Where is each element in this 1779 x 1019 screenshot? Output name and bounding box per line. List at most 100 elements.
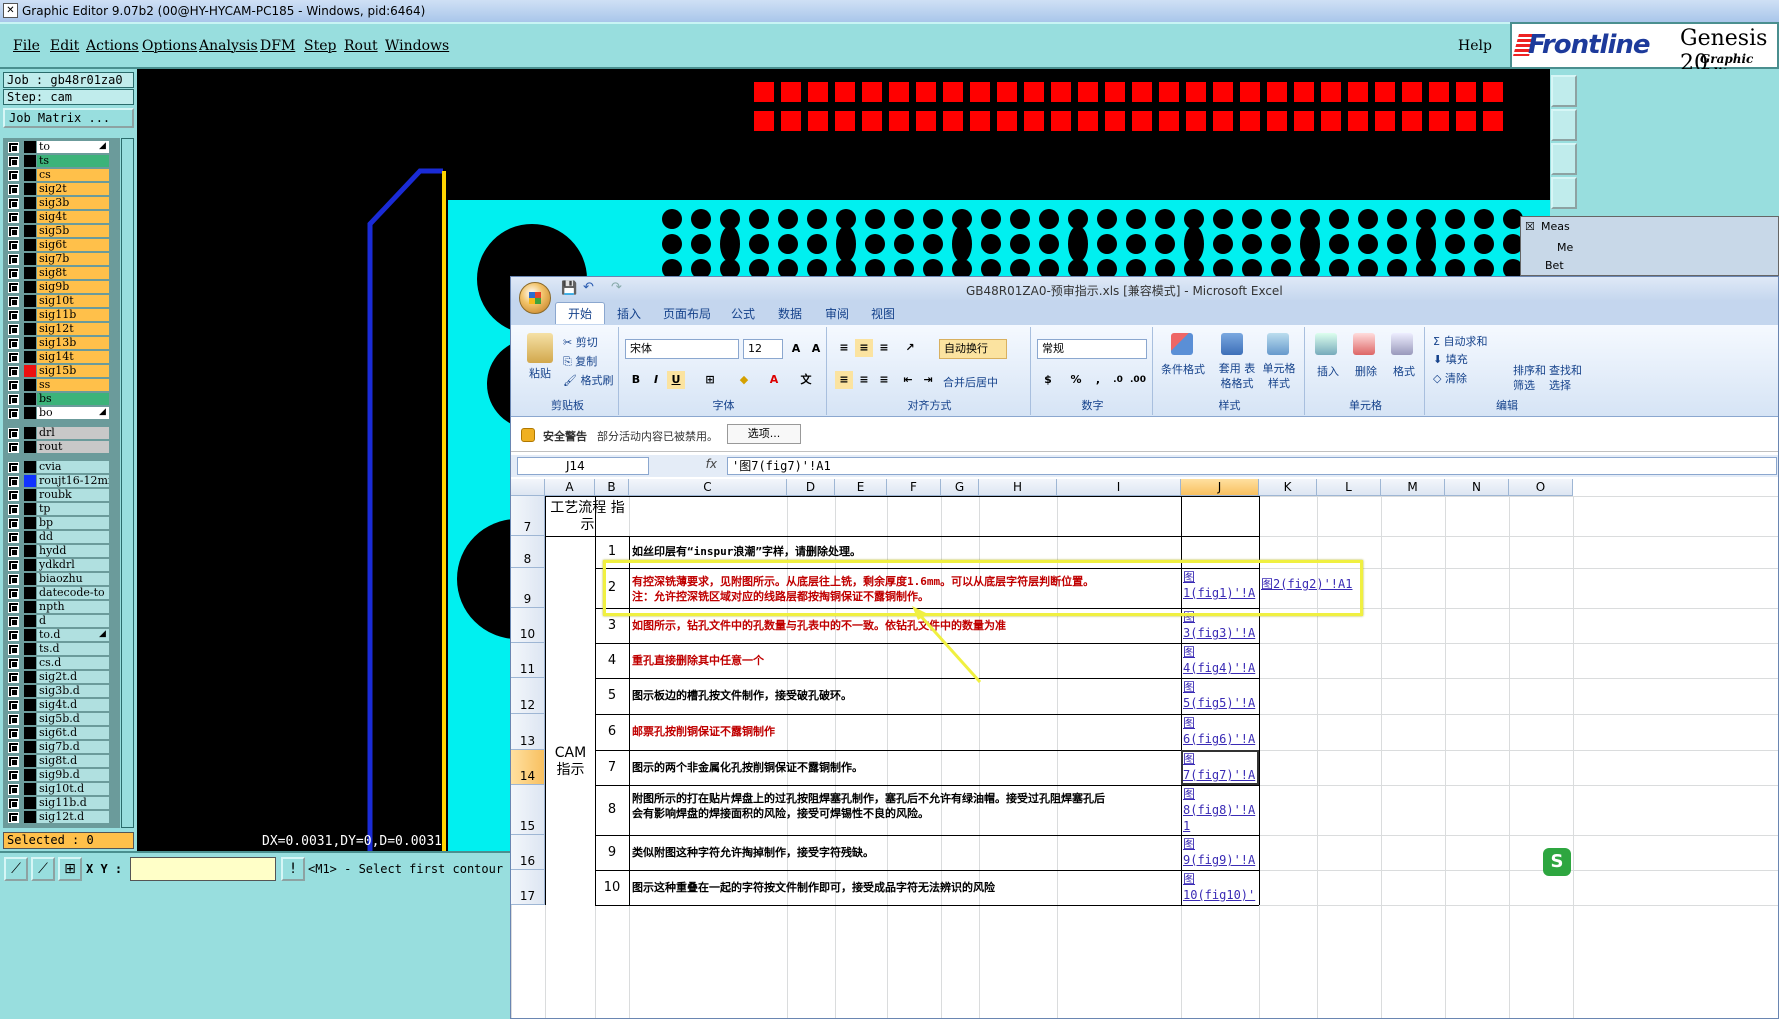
layer-name[interactable]: rout (37, 441, 109, 453)
layer-row[interactable]: ss (3, 378, 120, 392)
column-header[interactable]: M (1381, 479, 1445, 496)
increase-indent-icon[interactable]: ⇥ (919, 371, 937, 389)
layer-row[interactable]: hydd (3, 544, 120, 558)
column-header[interactable]: K (1259, 479, 1317, 496)
step-number[interactable]: 7 (595, 760, 629, 775)
layer-name[interactable]: sig11b (37, 309, 109, 321)
close-icon[interactable]: ☒ (1525, 220, 1535, 233)
instruction-text[interactable]: 类似附图这种字符允许掏掉制作，接受字符残缺。 (632, 845, 874, 860)
column-header[interactable]: A (545, 479, 595, 496)
instruction-text[interactable]: 如图所示，钻孔文件中的孔数量与孔表中的不一致。依钻孔文件中的数量为准 (632, 618, 1006, 633)
format-cells-button[interactable]: 格式 (1393, 363, 1415, 379)
delete-cells-icon[interactable] (1353, 333, 1375, 355)
layer-checkbox[interactable] (8, 686, 19, 697)
layer-checkbox[interactable] (8, 476, 19, 487)
layer-color-swatch[interactable] (24, 629, 36, 641)
figure-hyperlink[interactable]: 图 5(fig5)'!A (1183, 679, 1255, 711)
layer-name[interactable]: sig9b.d (37, 769, 109, 781)
figure-hyperlink[interactable]: 图 8(fig8)'!A 1 (1183, 786, 1255, 834)
tab-review[interactable]: 审阅 (825, 305, 849, 322)
quick-access-save-icon[interactable]: 💾 (561, 281, 577, 296)
layer-row[interactable]: sig2t (3, 182, 120, 196)
step-number[interactable]: 4 (595, 653, 629, 668)
menu-step[interactable]: Step (304, 38, 336, 54)
layer-checkbox[interactable] (8, 770, 19, 781)
decrease-decimal-icon[interactable]: .00 (1129, 371, 1147, 389)
layer-checkbox[interactable] (8, 812, 19, 823)
layer-row[interactable]: tp (3, 502, 120, 516)
layer-row[interactable]: to ◢ (3, 140, 120, 154)
layer-checkbox[interactable] (8, 602, 19, 613)
layer-row[interactable]: roujt16-12mil (3, 474, 120, 488)
step-number[interactable]: 6 (595, 724, 629, 739)
layer-row[interactable]: drl (3, 426, 120, 440)
column-header[interactable]: O (1509, 479, 1573, 496)
layer-checkbox[interactable] (8, 212, 19, 223)
layer-row[interactable]: sig5b (3, 224, 120, 238)
layer-row[interactable]: sig7b.d (3, 740, 120, 754)
layer-row[interactable]: sig11b.d (3, 796, 120, 810)
draw-line-icon[interactable]: ⟋ (4, 857, 28, 881)
column-header[interactable]: H (979, 479, 1057, 496)
layer-checkbox[interactable] (8, 504, 19, 515)
row-header[interactable]: 16 (511, 835, 545, 870)
step-number[interactable]: 10 (595, 880, 629, 895)
layer-color-swatch[interactable] (24, 615, 36, 627)
layer-checkbox[interactable] (8, 338, 19, 349)
layer-color-swatch[interactable] (24, 699, 36, 711)
redo-icon[interactable]: ↷ (611, 280, 622, 295)
orientation-icon[interactable]: ↗ (901, 339, 919, 357)
layer-checkbox[interactable] (8, 268, 19, 279)
layer-row[interactable]: sig12t (3, 322, 120, 336)
layer-name[interactable]: sig10t.d (37, 783, 109, 795)
layer-color-swatch[interactable] (24, 671, 36, 683)
layer-checkbox[interactable] (8, 658, 19, 669)
step-number[interactable]: 9 (595, 845, 629, 860)
step-number[interactable]: 5 (595, 688, 629, 703)
section-label[interactable]: CAM 指示 (546, 537, 595, 906)
menu-actions[interactable]: Actions (86, 38, 139, 54)
layer-name[interactable]: npth (37, 601, 109, 613)
layer-color-swatch[interactable] (24, 393, 36, 405)
column-header[interactable]: G (941, 479, 979, 496)
tab-page-layout[interactable]: 页面布局 (663, 305, 711, 322)
bold-icon[interactable]: B (627, 371, 645, 389)
layer-name[interactable]: sig6t.d (37, 727, 109, 739)
layer-checkbox[interactable] (8, 226, 19, 237)
layer-checkbox[interactable] (8, 700, 19, 711)
layer-name[interactable]: sig11b.d (37, 797, 109, 809)
merge-center-button[interactable]: 合并后居中 (943, 374, 998, 390)
tab-home[interactable]: 开始 (555, 302, 606, 324)
layer-row[interactable]: ts.d (3, 642, 120, 656)
layer-checkbox[interactable] (8, 546, 19, 557)
layer-color-swatch[interactable] (24, 141, 36, 153)
layer-name[interactable]: cs.d (37, 657, 109, 669)
layer-checkbox[interactable] (8, 198, 19, 209)
layer-row[interactable]: sig10t (3, 294, 120, 308)
paste-icon[interactable] (527, 333, 553, 363)
font-name-select[interactable]: 宋体 (625, 339, 739, 359)
step-number[interactable]: 3 (595, 618, 629, 633)
step-number[interactable]: 1 (595, 544, 629, 559)
menu-help[interactable]: Help (1458, 38, 1492, 54)
layer-name[interactable]: ss (37, 379, 109, 391)
format-painter-button[interactable]: 🖌 格式刷 (563, 372, 613, 388)
layer-checkbox[interactable] (8, 644, 19, 655)
insert-function-button[interactable]: fx (651, 457, 725, 475)
column-header[interactable]: B (595, 479, 629, 496)
layer-name[interactable]: sig2t (37, 183, 109, 195)
layer-row[interactable]: biaozhu (3, 572, 120, 586)
fill-color-icon[interactable]: ◆ (735, 371, 753, 389)
layer-checkbox[interactable] (8, 156, 19, 167)
layer-color-swatch[interactable] (24, 531, 36, 543)
align-top-icon[interactable]: ≡ (835, 339, 853, 357)
cell-style-icon[interactable] (1267, 333, 1289, 355)
tab-data[interactable]: 数据 (778, 305, 802, 322)
layer-color-swatch[interactable] (24, 643, 36, 655)
office-button[interactable] (519, 282, 551, 314)
conditional-format-button[interactable]: 条件格式 (1161, 361, 1205, 377)
layer-color-swatch[interactable] (24, 783, 36, 795)
zoom-home-icon[interactable] (1551, 75, 1577, 107)
format-cells-icon[interactable] (1391, 333, 1413, 355)
phonetic-icon[interactable]: 文 (797, 371, 815, 389)
